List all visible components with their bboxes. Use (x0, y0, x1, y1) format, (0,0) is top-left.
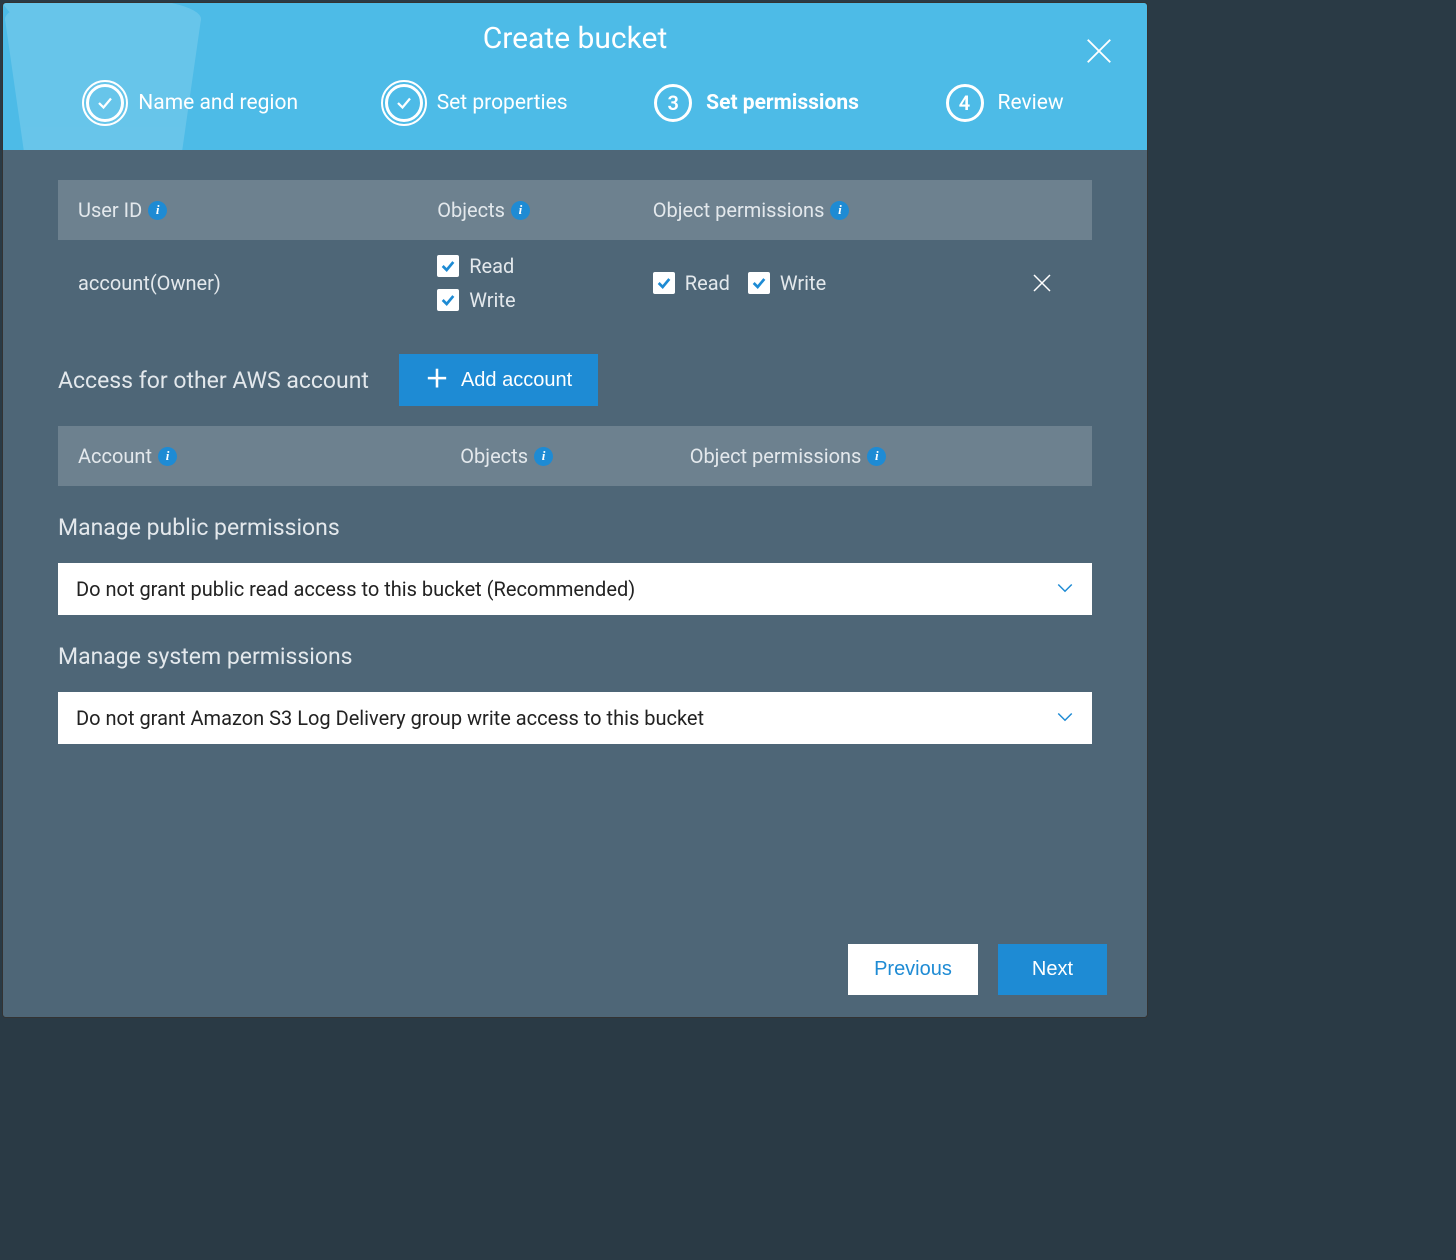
step-set-properties[interactable]: Set properties (385, 84, 568, 122)
user-permissions-row: account(Owner) Read Write Read W (58, 240, 1092, 326)
info-icon[interactable]: i (830, 201, 849, 220)
info-icon[interactable]: i (511, 201, 530, 220)
info-icon[interactable]: i (867, 447, 886, 466)
other-account-header: Account i Objects i Object permissions i (58, 426, 1092, 486)
checkbox-checked-icon (748, 272, 770, 294)
checkbox-checked-icon (437, 289, 459, 311)
column-label: Objects (460, 444, 528, 468)
other-account-section: Access for other AWS account ＋ Add accou… (58, 354, 1092, 406)
select-value: Do not grant public read access to this … (58, 563, 1092, 615)
checkbox-label: Write (780, 271, 826, 295)
permissions-read-checkbox[interactable]: Read (653, 271, 730, 295)
column-object-permissions: Object permissions i (690, 444, 1072, 468)
info-icon[interactable]: i (534, 447, 553, 466)
permissions-write-checkbox[interactable]: Write (748, 271, 826, 295)
section-label: Access for other AWS account (58, 367, 369, 394)
checkbox-label: Write (469, 288, 515, 312)
bucket-graphic-icon (3, 3, 243, 150)
plus-icon: ＋ (425, 368, 449, 392)
checkbox-label: Read (685, 271, 730, 295)
create-bucket-dialog: Create bucket Name and region Set proper… (2, 2, 1148, 1018)
user-permissions-header: User ID i Objects i Object permissions i (58, 180, 1092, 240)
step-review[interactable]: 4 Review (946, 84, 1064, 122)
dialog-footer: Previous Next (3, 922, 1147, 1017)
dialog-header: Create bucket Name and region Set proper… (3, 3, 1147, 150)
step-number-icon: 4 (946, 84, 984, 122)
column-objects: Objects i (437, 198, 653, 222)
step-complete-icon (385, 84, 423, 122)
step-complete-icon (86, 84, 124, 122)
chevron-down-icon (1056, 709, 1074, 728)
checkbox-checked-icon (437, 255, 459, 277)
column-label: Account (78, 444, 152, 468)
system-permissions-heading: Manage system permissions (58, 643, 1092, 670)
info-icon[interactable]: i (158, 447, 177, 466)
step-set-permissions[interactable]: 3 Set permissions (654, 84, 859, 122)
step-label: Review (998, 91, 1064, 115)
close-icon (1030, 271, 1054, 295)
select-value: Do not grant Amazon S3 Log Delivery grou… (58, 692, 1092, 744)
objects-write-checkbox[interactable]: Write (437, 288, 653, 312)
remove-row-button[interactable] (1012, 271, 1072, 295)
column-label: User ID (78, 198, 142, 222)
column-label: Object permissions (653, 198, 825, 222)
column-user-id: User ID i (78, 198, 437, 222)
system-permissions-select[interactable]: Do not grant Amazon S3 Log Delivery grou… (58, 692, 1092, 744)
user-id-cell: account(Owner) (78, 271, 437, 295)
public-permissions-heading: Manage public permissions (58, 514, 1092, 541)
dialog-body: User ID i Objects i Object permissions i… (3, 150, 1147, 922)
close-icon (1084, 36, 1114, 66)
checkbox-label: Read (469, 254, 514, 278)
info-icon[interactable]: i (148, 201, 167, 220)
chevron-down-icon (1056, 580, 1074, 599)
column-objects: Objects i (460, 444, 689, 468)
add-account-button[interactable]: ＋ Add account (399, 354, 598, 406)
previous-button[interactable]: Previous (848, 944, 978, 995)
next-button[interactable]: Next (998, 944, 1107, 995)
step-number-icon: 3 (654, 84, 692, 122)
column-object-permissions: Object permissions i (653, 198, 1012, 222)
step-label: Set properties (437, 91, 568, 115)
close-button[interactable] (1079, 31, 1119, 71)
public-permissions-select[interactable]: Do not grant public read access to this … (58, 563, 1092, 615)
objects-read-checkbox[interactable]: Read (437, 254, 653, 278)
column-account: Account i (78, 444, 460, 468)
column-label: Objects (437, 198, 505, 222)
button-label: Add account (461, 369, 572, 392)
checkbox-checked-icon (653, 272, 675, 294)
column-label: Object permissions (690, 444, 862, 468)
step-label: Set permissions (706, 91, 859, 115)
